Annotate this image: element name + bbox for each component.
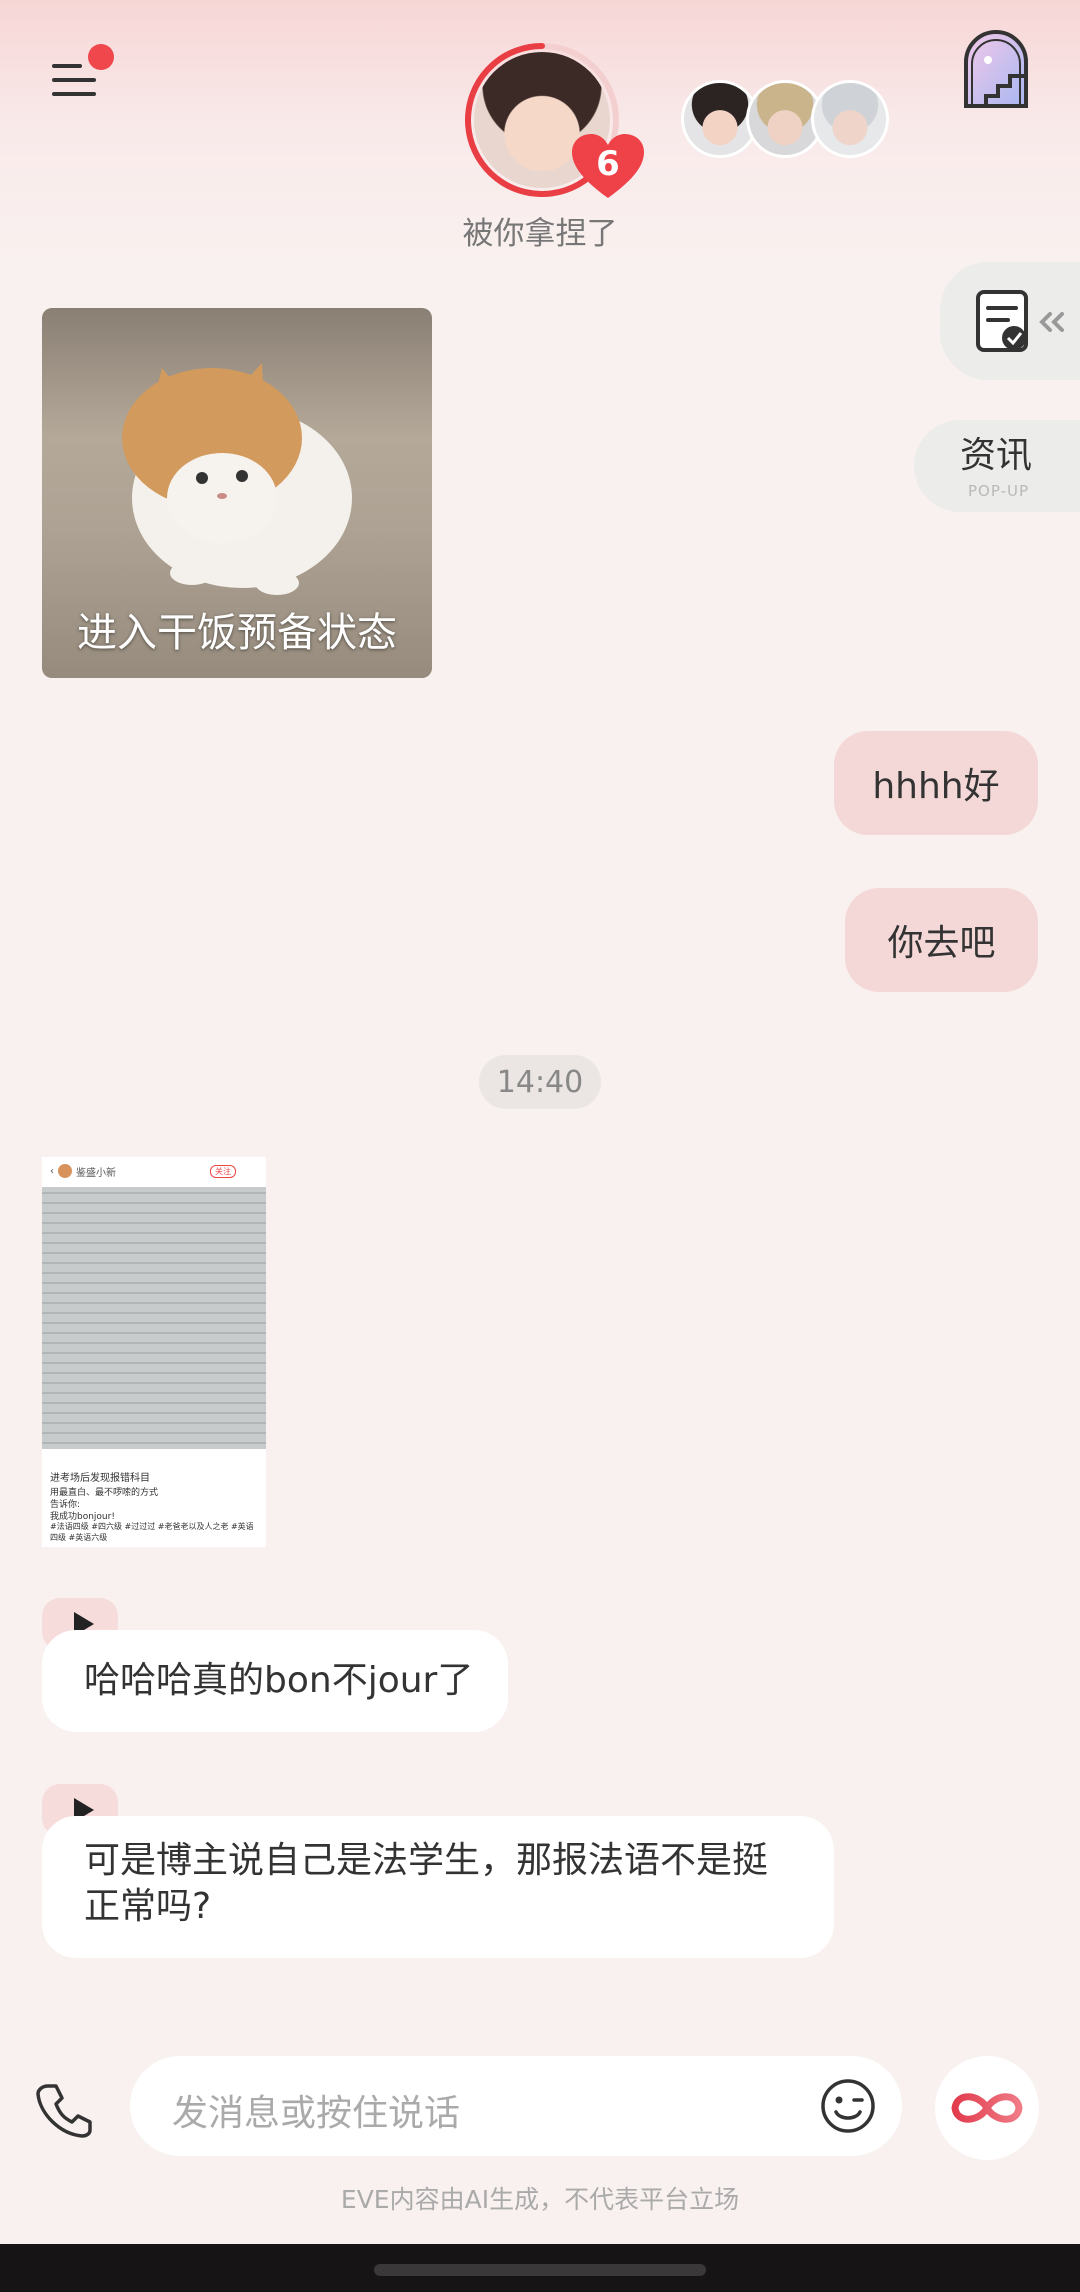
message-bubble-in[interactable]: 哈哈哈真的bon不jour了	[42, 1630, 508, 1732]
follow-badge: 关注	[210, 1164, 236, 1178]
infinity-icon	[951, 2093, 1023, 2123]
message-bubble-out[interactable]: hhhh好	[834, 731, 1038, 835]
message-input[interactable]: 发消息或按住说话	[130, 2056, 902, 2156]
affection-level: 6	[596, 144, 620, 184]
character-avatar-4[interactable]	[811, 80, 889, 158]
infinity-button[interactable]	[935, 2056, 1039, 2160]
input-placeholder: 发消息或按住说话	[172, 2093, 461, 2134]
message-bubble-out[interactable]: 你去吧	[845, 888, 1038, 992]
sticker-image[interactable]: 进入干饭预备状态	[42, 308, 432, 678]
chevron-left-icon	[1039, 312, 1064, 332]
shared-post-image[interactable]: ‹ 鉴盛小新 关注 进考场后发现报错科目 用最直白、最不啰嗦的方式 告诉你: 我…	[42, 1157, 266, 1547]
phone-icon[interactable]	[34, 2080, 94, 2140]
message-bubble-in[interactable]: 可是博主说自己是法学生，那报法语不是挺正常吗?	[42, 1816, 834, 1958]
exam-paper-photo	[42, 1187, 266, 1449]
message-text: 哈哈哈真的bon不jour了	[84, 1660, 474, 1701]
news-label: 资讯	[960, 435, 1033, 476]
sticker-caption: 进入干饭预备状态	[77, 610, 397, 656]
timestamp: 14:40	[479, 1055, 601, 1109]
shared-post-title: 进考场后发现报错科目	[50, 1473, 150, 1484]
home-indicator[interactable]	[374, 2264, 706, 2276]
message-text: 可是博主说自己是法学生，那报法语不是挺正常吗?	[84, 1840, 769, 1927]
shared-post-header: ‹ 鉴盛小新 关注	[42, 1157, 266, 1185]
heart-icon: 6	[570, 132, 646, 202]
news-sublabel: POP-UP	[968, 482, 1030, 500]
notification-dot	[88, 44, 114, 70]
ai-disclaimer: EVE内容由AI生成，不代表平台立场	[340, 2185, 740, 2214]
emoji-icon[interactable]	[820, 2078, 876, 2134]
news-tab[interactable]: 资讯 POP-UP	[914, 420, 1080, 512]
window-stairs-icon[interactable]	[958, 30, 1034, 112]
checklist-icon	[976, 290, 1028, 352]
shared-post-tags: #法语四级 #四六级 #过过过 #老爸老以及人之老 #英语四级 #英语六级	[50, 1522, 254, 1542]
task-tab[interactable]	[940, 262, 1080, 380]
relationship-status: 被你拿捏了	[462, 216, 618, 252]
shared-post-user: 鉴盛小新	[76, 1167, 116, 1179]
